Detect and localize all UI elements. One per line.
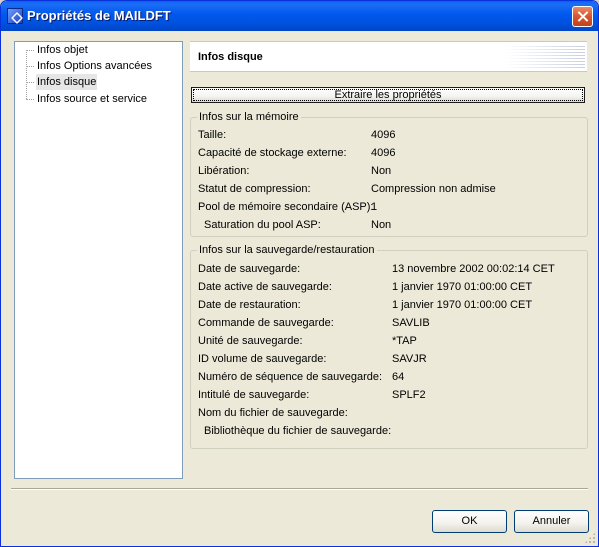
tree-connector-line (26, 50, 27, 99)
tree-connector-line (26, 82, 34, 83)
external-storage-label: Capacité de stockage externe: (198, 147, 347, 159)
save-device-value: *TAP (392, 335, 417, 347)
save-label-label: Intitulé de sauvegarde: (198, 389, 310, 401)
compression-status-label: Statut de compression: (198, 183, 311, 195)
save-sequence-label: Numéro de séquence de sauvegarde: (198, 371, 383, 383)
app-icon (7, 8, 23, 24)
restore-date-value: 1 janvier 1970 01:00:00 CET (392, 299, 533, 311)
tree-connector-line (26, 99, 34, 100)
tree-connector-line (26, 66, 34, 67)
save-volume-id-label: ID volume de sauvegarde: (198, 353, 327, 365)
save-date-label: Date de sauvegarde: (198, 263, 301, 275)
save-file-name-label: Nom du fichier de sauvegarde: (198, 407, 348, 419)
close-icon[interactable] (572, 6, 593, 27)
category-tree: Infos objet Infos Options avancées Infos… (14, 41, 183, 479)
tree-item-label: Infos source et service (37, 93, 148, 105)
external-storage-value: 4096 (371, 147, 396, 159)
ok-button[interactable]: OK (432, 510, 507, 533)
active-save-date-label: Date active de sauvegarde: (198, 281, 332, 293)
tree-item-label: Infos disque (36, 74, 98, 90)
group-title: Infos sur la mémoire (197, 111, 301, 123)
asp-pool-value: 1 (371, 201, 378, 213)
header-decoration (505, 46, 585, 68)
cancel-button[interactable]: Annuler (514, 510, 589, 533)
save-command-label: Commande de sauvegarde: (198, 317, 334, 329)
save-restore-info-group: Infos sur la sauvegarde/restauration (190, 244, 588, 449)
save-device-label: Unité de sauvegarde: (198, 335, 303, 347)
tree-connector-line (26, 50, 34, 51)
restore-date-label: Date de restauration: (198, 299, 301, 311)
active-save-date-value: 1 janvier 1970 01:00:00 CET (392, 281, 533, 293)
tree-item-label: Infos objet (37, 44, 88, 56)
size-value: 4096 (371, 129, 396, 141)
release-label: Libération: (198, 165, 250, 177)
tree-item-label: Infos Options avancées (37, 60, 152, 72)
save-date-value: 13 novembre 2002 00:02:14 CET (392, 263, 555, 275)
save-sequence-value: 64 (392, 371, 405, 383)
release-value: Non (371, 165, 392, 177)
compression-status-value: Compression non admise (371, 183, 496, 195)
asp-saturation-value: Non (371, 219, 392, 231)
extract-properties-button[interactable]: Extraire les propriétés (191, 87, 585, 103)
title-bar[interactable]: Propriétés de MAILDFT (1, 1, 598, 31)
page-title: Infos disque (198, 51, 263, 63)
resize-grip[interactable] (584, 532, 596, 544)
properties-dialog: Propriétés de MAILDFT Infos objet Infos … (0, 0, 599, 547)
save-label-value: SPLF2 (392, 389, 426, 401)
save-file-library-label: Bibliothèque du fichier de sauvegarde: (204, 425, 392, 437)
footer-separator (11, 488, 588, 490)
save-volume-id-value: SAVJR (392, 353, 427, 365)
asp-pool-label: Pool de mémoire secondaire (ASP): (198, 201, 374, 213)
asp-saturation-label: Saturation du pool ASP: (204, 219, 321, 231)
size-label: Taille: (198, 129, 227, 141)
save-command-value: SAVLIB (392, 317, 430, 329)
page-header: Infos disque (190, 41, 587, 72)
window-title: Propriétés de MAILDFT (27, 8, 171, 23)
group-title: Infos sur la sauvegarde/restauration (197, 244, 377, 256)
